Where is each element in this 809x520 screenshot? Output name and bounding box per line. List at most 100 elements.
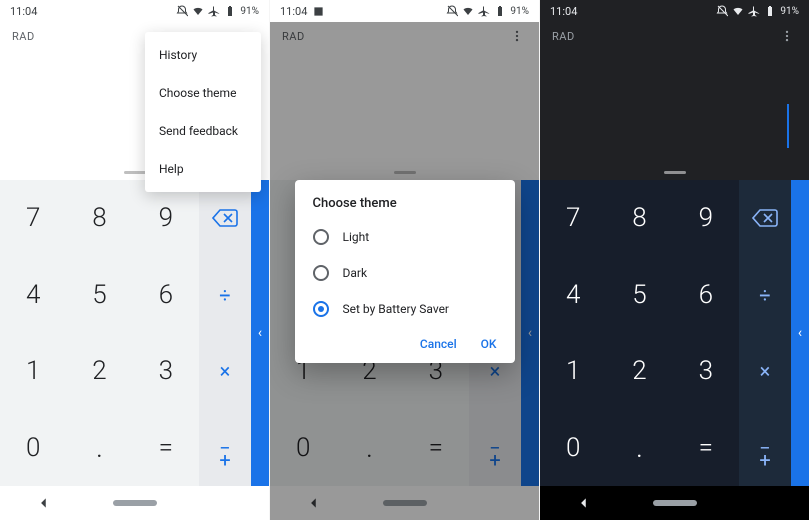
key-4[interactable]: 4 — [540, 257, 606, 334]
status-bar: 11:04 91% — [540, 0, 809, 22]
nav-bar — [0, 486, 269, 520]
key-2[interactable]: 2 — [606, 333, 672, 410]
theme-option-dark[interactable]: Dark — [295, 255, 515, 291]
operator-column: ÷ × − — [199, 180, 251, 486]
advanced-panel-handle[interactable]: ‹ — [791, 180, 809, 486]
key-backspace[interactable] — [739, 180, 791, 257]
airplane-icon — [478, 5, 490, 17]
nav-back-icon[interactable] — [577, 496, 591, 510]
status-bar: 11:04 91% — [270, 0, 539, 22]
wifi-icon — [462, 5, 474, 17]
advanced-panel-handle[interactable]: ‹ — [251, 180, 269, 486]
battery-percent: 91% — [240, 6, 259, 17]
key-8[interactable]: 8 — [66, 180, 132, 257]
text-cursor — [787, 104, 789, 148]
key-3[interactable]: 3 — [133, 333, 199, 410]
key-decimal[interactable]: . — [606, 410, 672, 487]
key-8[interactable]: 8 — [606, 180, 672, 257]
calculator-dark: 11:04 91% RAD 7 8 9 4 5 6 1 2 3 0 . — [539, 0, 809, 520]
key-add[interactable]: + — [739, 448, 791, 472]
wifi-icon — [732, 5, 744, 17]
key-5[interactable]: 5 — [606, 257, 672, 334]
status-icons: 91% — [446, 5, 529, 17]
numeric-pad: 7 8 9 4 5 6 1 2 3 0 . = — [540, 180, 739, 486]
key-1[interactable]: 1 — [540, 333, 606, 410]
chevron-left-icon: ‹ — [258, 325, 262, 341]
key-0[interactable]: 0 — [0, 410, 66, 487]
key-6[interactable]: 6 — [673, 257, 739, 334]
nav-home-pill[interactable] — [653, 500, 697, 506]
key-divide[interactable]: ÷ — [739, 257, 791, 334]
status-icons: 91% — [716, 5, 799, 17]
key-multiply[interactable]: × — [199, 333, 251, 410]
theme-option-light[interactable]: Light — [295, 219, 515, 255]
angle-mode-label[interactable]: RAD — [552, 30, 575, 43]
key-7[interactable]: 7 — [540, 180, 606, 257]
dialog-title: Choose theme — [295, 196, 515, 219]
status-time: 11:04 — [280, 5, 307, 18]
more-vert-icon — [780, 29, 794, 43]
key-equals[interactable]: = — [673, 410, 739, 487]
theme-option-label: Dark — [343, 266, 368, 280]
drag-handle-icon[interactable] — [124, 171, 146, 174]
theme-option-battery-saver[interactable]: Set by Battery Saver — [295, 291, 515, 327]
calculator-light-with-menu: 11:04 91% RAD History Choose theme Send … — [0, 0, 269, 520]
backspace-icon — [212, 209, 238, 227]
operator-column: ÷ × − — [739, 180, 791, 486]
key-7[interactable]: 7 — [0, 180, 66, 257]
radio-checked-icon — [313, 301, 329, 317]
screenshot-icon — [313, 6, 324, 17]
battery-percent: 91% — [510, 6, 529, 17]
radio-icon — [313, 265, 329, 281]
numeric-pad: 7 8 9 4 5 6 1 2 3 0 . = — [0, 180, 199, 486]
dnd-icon — [446, 5, 458, 17]
key-3[interactable]: 3 — [673, 333, 739, 410]
key-6[interactable]: 6 — [133, 257, 199, 334]
key-1[interactable]: 1 — [0, 333, 66, 410]
status-icons: 91% — [176, 5, 259, 17]
status-time: 11:04 — [10, 5, 37, 18]
cancel-button[interactable]: Cancel — [420, 337, 457, 351]
menu-item-help[interactable]: Help — [145, 150, 261, 188]
battery-icon — [494, 5, 506, 17]
key-2[interactable]: 2 — [66, 333, 132, 410]
calculator-theme-dialog: 11:04 91% RAD 7 8 9 4 5 6 1 2 3 0 — [269, 0, 539, 520]
menu-item-history[interactable]: History — [145, 36, 261, 74]
status-time: 11:04 — [550, 5, 577, 18]
keypad: 7 8 9 4 5 6 1 2 3 0 . = ÷ × − ‹ — [0, 180, 269, 486]
key-9[interactable]: 9 — [673, 180, 739, 257]
app-header: RAD — [540, 22, 809, 50]
key-4[interactable]: 4 — [0, 257, 66, 334]
radio-icon — [313, 229, 329, 245]
overflow-menu-button[interactable] — [777, 26, 797, 46]
dnd-icon — [716, 5, 728, 17]
key-divide[interactable]: ÷ — [199, 257, 251, 334]
display-area[interactable] — [540, 50, 809, 180]
drag-handle-icon[interactable] — [664, 171, 686, 174]
battery-percent: 91% — [780, 6, 799, 17]
theme-option-label: Light — [343, 230, 370, 244]
key-add[interactable]: + — [199, 448, 251, 472]
dialog-actions: Cancel OK — [295, 327, 515, 355]
wifi-icon — [192, 5, 204, 17]
key-equals[interactable]: = — [133, 410, 199, 487]
keypad: 7 8 9 4 5 6 1 2 3 0 . = ÷ × − ‹ — [540, 180, 809, 486]
key-decimal[interactable]: . — [66, 410, 132, 487]
status-bar: 11:04 91% — [0, 0, 269, 22]
battery-icon — [764, 5, 776, 17]
key-multiply[interactable]: × — [739, 333, 791, 410]
battery-icon — [224, 5, 236, 17]
dnd-icon — [176, 5, 188, 17]
chevron-left-icon: ‹ — [798, 325, 802, 341]
ok-button[interactable]: OK — [481, 337, 497, 351]
theme-option-label: Set by Battery Saver — [343, 302, 450, 316]
backspace-icon — [752, 209, 778, 227]
menu-item-send-feedback[interactable]: Send feedback — [145, 112, 261, 150]
key-0[interactable]: 0 — [540, 410, 606, 487]
menu-item-choose-theme[interactable]: Choose theme — [145, 74, 261, 112]
nav-back-icon[interactable] — [37, 496, 51, 510]
nav-bar — [540, 486, 809, 520]
angle-mode-label[interactable]: RAD — [12, 30, 35, 43]
key-5[interactable]: 5 — [66, 257, 132, 334]
nav-home-pill[interactable] — [113, 500, 157, 506]
